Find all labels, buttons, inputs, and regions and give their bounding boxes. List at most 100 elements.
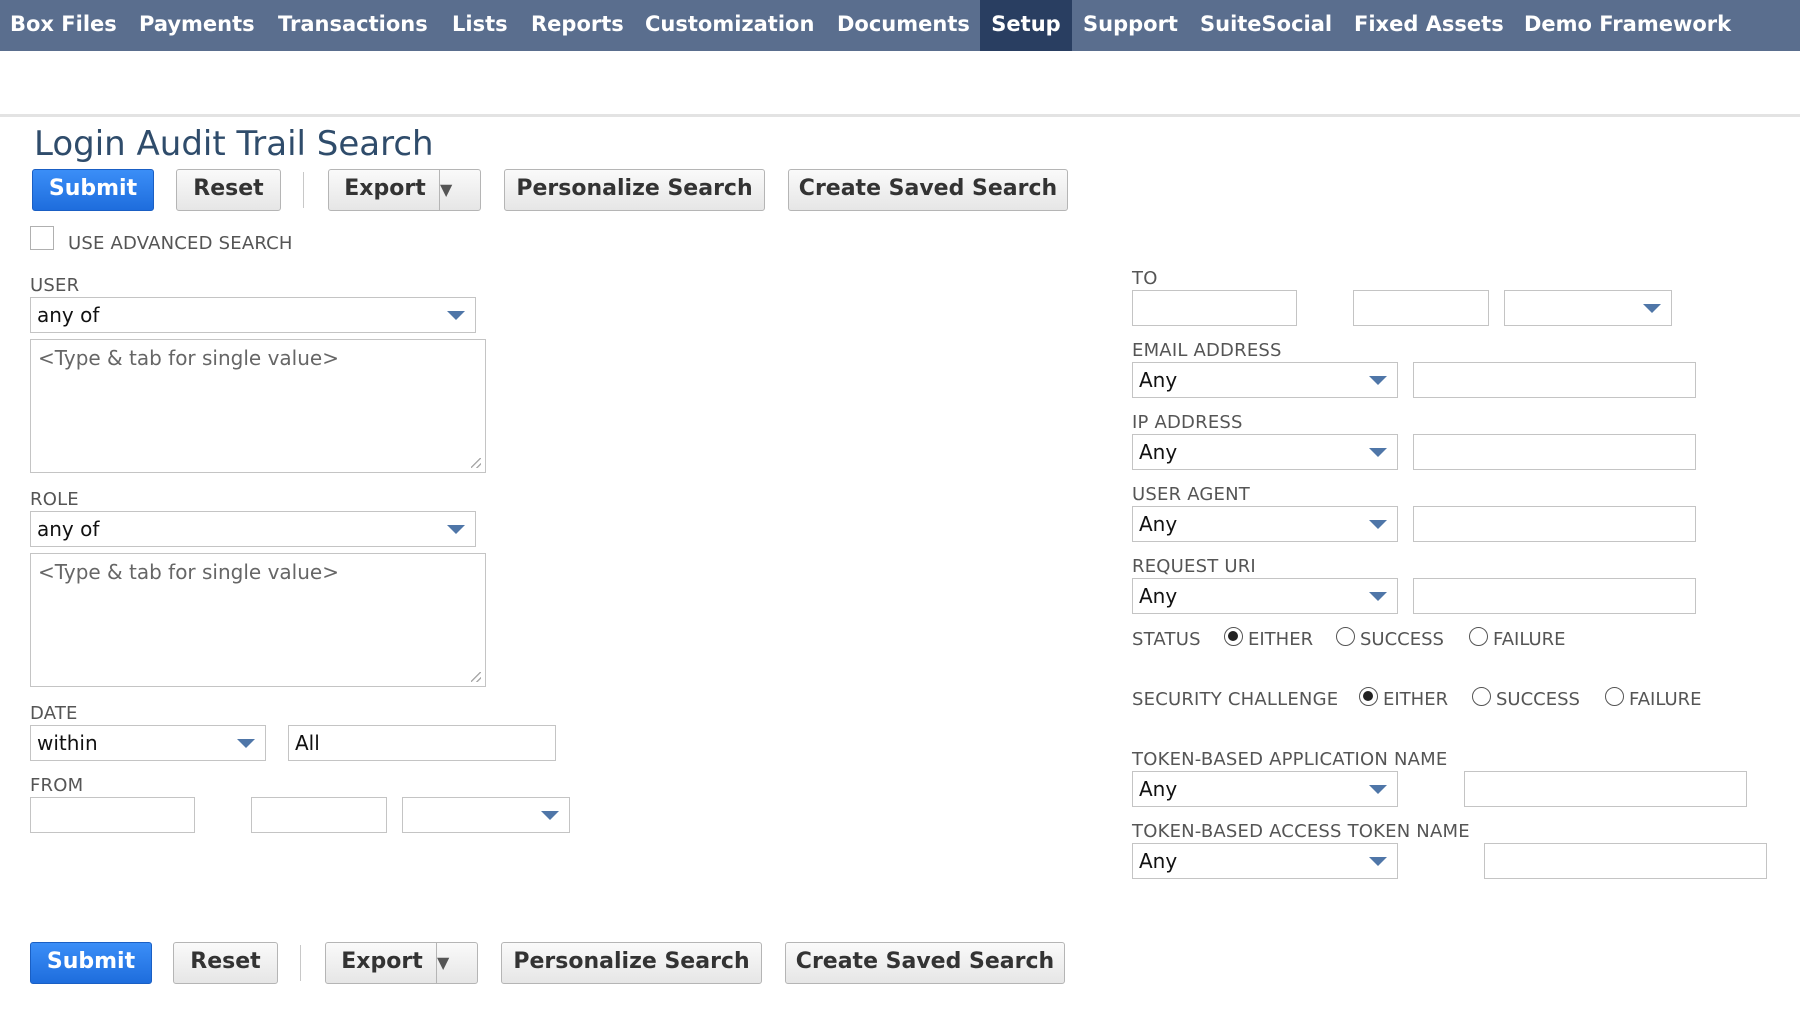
to-time-input[interactable] (1353, 290, 1489, 326)
date-label: DATE (30, 703, 78, 724)
email-operator-select[interactable]: Any (1132, 362, 1398, 398)
chevron-down-icon (541, 811, 559, 820)
status-either-radio[interactable] (1224, 627, 1243, 646)
user-values-textarea[interactable]: <Type & tab for single value> (30, 339, 486, 473)
nav-lists[interactable]: Lists (452, 0, 508, 51)
resize-grip-icon[interactable] (471, 672, 481, 682)
token-app-operator-value: Any (1139, 777, 1178, 801)
request-uri-input[interactable] (1413, 578, 1696, 614)
user-agent-operator-value: Any (1139, 512, 1178, 536)
reset-button-bottom[interactable]: Reset (173, 942, 278, 984)
chevron-down-icon (1369, 448, 1387, 457)
user-agent-label: USER AGENT (1132, 484, 1250, 505)
chevron-down-icon (1369, 857, 1387, 866)
token-app-name-input[interactable] (1464, 771, 1747, 807)
chevron-down-icon (237, 739, 255, 748)
user-label: USER (30, 275, 80, 296)
date-range-select[interactable]: All (288, 725, 556, 761)
export-button-bottom[interactable]: Export ▼ (325, 942, 478, 984)
nav-support[interactable]: Support (1083, 0, 1178, 51)
ip-operator-value: Any (1139, 440, 1178, 464)
status-success-radio[interactable] (1336, 627, 1355, 646)
nav-box-files[interactable]: Box Files (10, 0, 117, 51)
security-success-radio[interactable] (1472, 687, 1491, 706)
from-time-input[interactable] (251, 797, 387, 833)
token-app-operator-select[interactable]: Any (1132, 771, 1398, 807)
export-label: Export (344, 176, 426, 201)
security-either-radio[interactable] (1359, 687, 1378, 706)
page-title: Login Audit Trail Search (34, 124, 434, 164)
security-success-label: SUCCESS (1496, 689, 1580, 710)
status-failure-label: FAILURE (1493, 629, 1566, 650)
role-label: ROLE (30, 489, 79, 510)
email-operator-value: Any (1139, 368, 1178, 392)
to-ampm-select[interactable] (1504, 290, 1672, 326)
export-button[interactable]: Export ▼ (328, 169, 481, 211)
ip-operator-select[interactable]: Any (1132, 434, 1398, 470)
personalize-search-button[interactable]: Personalize Search (504, 169, 765, 211)
security-failure-label: FAILURE (1629, 689, 1702, 710)
token-access-operator-value: Any (1139, 849, 1178, 873)
use-advanced-search-label: USE ADVANCED SEARCH (68, 233, 293, 254)
date-operator-select[interactable]: within (30, 725, 266, 761)
nav-reports[interactable]: Reports (531, 0, 624, 51)
from-date-input[interactable] (30, 797, 195, 833)
role-operator-select[interactable]: any of (30, 511, 476, 547)
chevron-down-icon (1369, 785, 1387, 794)
token-access-operator-select[interactable]: Any (1132, 843, 1398, 879)
date-operator-value: within (37, 731, 98, 755)
user-operator-select[interactable]: any of (30, 297, 476, 333)
export-label-bottom: Export (341, 949, 423, 974)
nav-payments[interactable]: Payments (139, 0, 255, 51)
status-label: STATUS (1132, 629, 1201, 650)
role-operator-value: any of (37, 517, 100, 541)
status-success-label: SUCCESS (1360, 629, 1444, 650)
submit-button-bottom[interactable]: Submit (30, 942, 152, 984)
chevron-down-icon (447, 525, 465, 534)
date-range-value: All (295, 731, 320, 755)
nav-setup[interactable]: Setup (980, 0, 1072, 51)
user-agent-input[interactable] (1413, 506, 1696, 542)
request-uri-operator-select[interactable]: Any (1132, 578, 1398, 614)
role-values-textarea[interactable]: <Type & tab for single value> (30, 553, 486, 687)
security-failure-radio[interactable] (1605, 687, 1624, 706)
request-uri-label: REQUEST URI (1132, 556, 1256, 577)
token-access-name-input[interactable] (1484, 843, 1767, 879)
to-date-input[interactable] (1132, 290, 1297, 326)
user-agent-operator-select[interactable]: Any (1132, 506, 1398, 542)
submit-button[interactable]: Submit (32, 169, 154, 211)
create-saved-search-button-bottom[interactable]: Create Saved Search (785, 942, 1065, 984)
nav-suitesocial[interactable]: SuiteSocial (1200, 0, 1332, 51)
resize-grip-icon[interactable] (471, 458, 481, 468)
header-divider (0, 114, 1800, 117)
security-either-label: EITHER (1383, 689, 1449, 710)
from-ampm-select[interactable] (402, 797, 570, 833)
export-dropdown-arrow-icon[interactable]: ▼ (436, 943, 477, 983)
ip-address-input[interactable] (1413, 434, 1696, 470)
ip-address-label: IP ADDRESS (1132, 412, 1243, 433)
role-values-placeholder: <Type & tab for single value> (38, 560, 339, 584)
nav-documents[interactable]: Documents (837, 0, 970, 51)
chevron-down-icon (1369, 592, 1387, 601)
to-label: TO (1132, 268, 1158, 289)
use-advanced-search-checkbox[interactable] (30, 226, 54, 250)
user-values-placeholder: <Type & tab for single value> (38, 346, 339, 370)
nav-demo-framework[interactable]: Demo Framework (1524, 0, 1731, 51)
top-nav: Box Files Payments Transactions Lists Re… (0, 0, 1800, 51)
chevron-down-icon (1643, 304, 1661, 313)
email-address-input[interactable] (1413, 362, 1696, 398)
chevron-down-icon (1369, 520, 1387, 529)
email-address-label: EMAIL ADDRESS (1132, 340, 1282, 361)
chevron-down-icon (1369, 376, 1387, 385)
chevron-down-icon (447, 311, 465, 320)
status-either-label: EITHER (1248, 629, 1314, 650)
reset-button[interactable]: Reset (176, 169, 281, 211)
nav-fixed-assets[interactable]: Fixed Assets (1354, 0, 1504, 51)
export-dropdown-arrow-icon[interactable]: ▼ (439, 170, 480, 210)
user-operator-value: any of (37, 303, 100, 327)
status-failure-radio[interactable] (1469, 627, 1488, 646)
personalize-search-button-bottom[interactable]: Personalize Search (501, 942, 762, 984)
nav-customization[interactable]: Customization (645, 0, 814, 51)
nav-transactions[interactable]: Transactions (278, 0, 428, 51)
create-saved-search-button[interactable]: Create Saved Search (788, 169, 1068, 211)
